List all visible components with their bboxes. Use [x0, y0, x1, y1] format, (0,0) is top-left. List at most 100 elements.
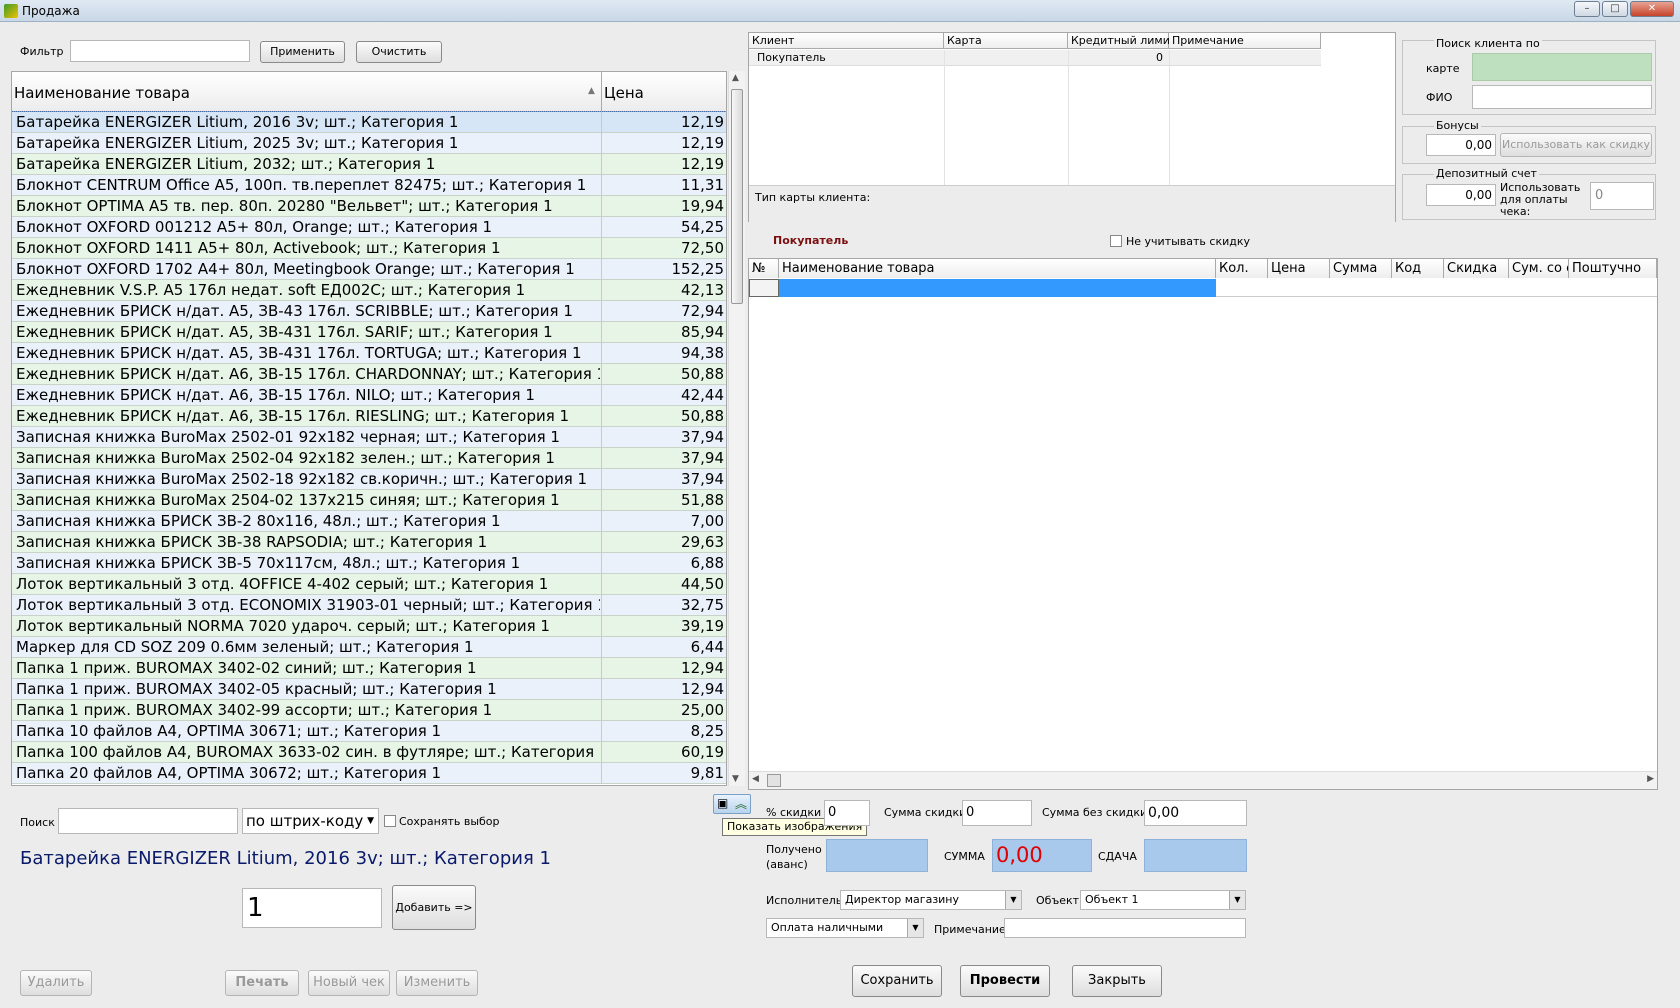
- product-row[interactable]: Записная книжка БРИСК ЗВ-2 80х116, 48л.;…: [12, 511, 726, 532]
- search-mode-select[interactable]: по штрих-коду ▼: [242, 808, 379, 834]
- product-row[interactable]: Папка 1 приж. BUROMAX 3402-02 синий; шт.…: [12, 658, 726, 679]
- product-row[interactable]: Записная книжка БРИСК ЗВ-5 70х117см, 48л…: [12, 553, 726, 574]
- filter-label: Фильтр: [20, 45, 64, 58]
- product-row[interactable]: Папка 100 файлов А4, BUROMAX 3633-02 син…: [12, 742, 726, 763]
- quantity-input[interactable]: 1: [242, 888, 382, 928]
- ignore-discount-checkbox[interactable]: [1110, 235, 1122, 247]
- product-name: Лоток вертикальный NORMA 7020 удароч. се…: [16, 617, 550, 635]
- order-col-per-piece: Поштучно: [1569, 259, 1657, 278]
- order-grid-hscrollbar[interactable]: ◀ ▶: [749, 771, 1657, 789]
- product-row[interactable]: Лоток вертикальный NORMA 7020 удароч. се…: [12, 616, 726, 637]
- product-price: 54,25: [681, 218, 724, 236]
- scroll-down-icon[interactable]: ▼: [732, 774, 739, 784]
- product-name: Ежедневник БРИСК н/дат. А6, ЗВ-15 176л. …: [16, 386, 535, 404]
- product-name: Батарейка ENERGIZER Litium, 2032; шт.; К…: [16, 155, 436, 173]
- order-col-sum: Сумма: [1330, 259, 1392, 278]
- card-search-input[interactable]: [1472, 53, 1652, 81]
- note-label: Примечание: [934, 923, 1006, 936]
- product-row[interactable]: Записная книжка BuroMax 2502-01 92х182 ч…: [12, 427, 726, 448]
- scroll-right-icon[interactable]: ▶: [1647, 774, 1654, 784]
- save-button[interactable]: Сохранить: [852, 965, 942, 997]
- order-row-cells[interactable]: [1216, 279, 1657, 297]
- order-col-price: Цена: [1268, 259, 1330, 278]
- product-row[interactable]: Записная книжка БРИСК ЗВ-38 RAPSODIA; шт…: [12, 532, 726, 553]
- delete-button[interactable]: Удалить: [20, 970, 92, 996]
- product-row[interactable]: Ежедневник БРИСК н/дат. А6, ЗВ-15 176л. …: [12, 385, 726, 406]
- product-grid-scrollbar[interactable]: ▲ ▼: [728, 71, 745, 786]
- product-row[interactable]: Блокнот OXFORD 001212 A5+ 80л, Orange; ш…: [12, 217, 726, 238]
- product-row[interactable]: Ежедневник БРИСК н/дат. А5, ЗВ-431 176л.…: [12, 322, 726, 343]
- product-price: 25,00: [681, 701, 724, 719]
- product-row[interactable]: Папка 1 приж. BUROMAX 3402-05 красный; ш…: [12, 679, 726, 700]
- edit-button[interactable]: Изменить: [396, 970, 478, 996]
- new-check-button[interactable]: Новый чек: [308, 970, 390, 996]
- product-row[interactable]: Лоток вертикальный 3 отд. ECONOMIX 31903…: [12, 595, 726, 616]
- no-discount-input: 0,00: [1144, 800, 1247, 826]
- minimize-button[interactable]: –: [1574, 1, 1600, 17]
- maximize-button[interactable]: □: [1602, 1, 1628, 17]
- object-label: Объект: [1036, 894, 1080, 907]
- add-to-check-button[interactable]: Добавить =>: [392, 885, 476, 930]
- product-name: Записная книжка БРИСК ЗВ-5 70х117см, 48л…: [16, 554, 521, 572]
- product-price: 50,88: [681, 365, 724, 383]
- product-row[interactable]: Блокнот OXFORD 1702 A4+ 80л, Meetingbook…: [12, 259, 726, 280]
- filter-input[interactable]: [70, 40, 250, 62]
- order-row-selected-cell[interactable]: [779, 279, 1216, 297]
- product-row[interactable]: Батарейка ENERGIZER Litium, 2016 3v; шт.…: [12, 111, 726, 134]
- discount-pct-label: % скидки: [766, 806, 822, 819]
- discount-sum-label: Сумма скидки: [884, 806, 967, 819]
- product-row[interactable]: Батарейка ENERGIZER Litium, 2025 3v; шт.…: [12, 133, 726, 154]
- scroll-thumb[interactable]: [731, 89, 743, 304]
- product-row[interactable]: Записная книжка BuroMax 2504-02 137х215 …: [12, 490, 726, 511]
- product-row[interactable]: Папка 20 файлов А4, OPTIMA 30672; шт.; К…: [12, 763, 726, 784]
- search-input[interactable]: [58, 808, 238, 834]
- print-button[interactable]: Печать: [225, 970, 299, 996]
- product-row[interactable]: Лоток вертикальный 3 отд. 4OFFICE 4-402 …: [12, 574, 726, 595]
- scroll-up-icon[interactable]: ▲: [732, 73, 739, 83]
- use-as-discount-button[interactable]: Использовать как скидку: [1500, 133, 1652, 157]
- client-row-name: Покупатель: [757, 51, 826, 64]
- hscroll-thumb[interactable]: [767, 774, 781, 787]
- executor-select[interactable]: Директор магазину ▼: [840, 890, 1022, 910]
- product-price: 32,75: [681, 596, 724, 614]
- apply-filter-button[interactable]: Применить: [260, 41, 345, 63]
- product-row[interactable]: Ежедневник БРИСК н/дат. А5, ЗВ-431 176л.…: [12, 343, 726, 364]
- product-name: Ежедневник БРИСК н/дат. А6, ЗВ-15 176л. …: [16, 407, 570, 425]
- product-row[interactable]: Ежедневник V.S.P. A5 176л недат. soft ЕД…: [12, 280, 726, 301]
- show-images-button[interactable]: ▣ ︽: [713, 794, 751, 814]
- use-for-payment-input[interactable]: 0: [1590, 182, 1654, 210]
- object-select[interactable]: Объект 1 ▼: [1080, 890, 1246, 910]
- payment-type-select[interactable]: Оплата наличными ▼: [766, 918, 924, 938]
- clear-filter-button[interactable]: Очистить: [356, 41, 442, 63]
- column-price-header[interactable]: Цена: [604, 84, 644, 102]
- post-button[interactable]: Провести: [960, 965, 1050, 997]
- product-row[interactable]: Записная книжка BuroMax 2502-04 92х182 з…: [12, 448, 726, 469]
- product-row[interactable]: Маркер для CD SOZ 209 0.6мм зеленый; шт.…: [12, 637, 726, 658]
- collapse-up-icon: ︽: [735, 797, 748, 811]
- keep-selection-checkbox[interactable]: [384, 815, 396, 827]
- product-row[interactable]: Ежедневник БРИСК н/дат. А5, ЗВ-43 176л. …: [12, 301, 726, 322]
- product-row[interactable]: Батарейка ENERGIZER Litium, 2032; шт.; К…: [12, 154, 726, 175]
- close-window-button[interactable]: ✕: [1630, 1, 1674, 17]
- product-row[interactable]: Записная книжка BuroMax 2502-18 92х182 с…: [12, 469, 726, 490]
- received-input[interactable]: [826, 839, 928, 872]
- discount-sum-input[interactable]: 0: [962, 800, 1032, 826]
- executor-label: Исполнитель: [766, 894, 843, 907]
- client-row[interactable]: [749, 50, 1321, 66]
- product-row[interactable]: Ежедневник БРИСК н/дат. А6, ЗВ-15 176л. …: [12, 364, 726, 385]
- product-row[interactable]: Блокнот CENTRUM Office A5, 100п. тв.пере…: [12, 175, 726, 196]
- executor-value: Директор магазину: [845, 893, 960, 906]
- product-row[interactable]: Папка 10 файлов А4, OPTIMA 30671; шт.; К…: [12, 721, 726, 742]
- discount-pct-input[interactable]: 0: [824, 800, 870, 826]
- column-name-header[interactable]: Наименование товара: [14, 84, 190, 102]
- note-input[interactable]: [1004, 918, 1246, 938]
- close-button[interactable]: Закрыть: [1072, 965, 1162, 997]
- product-row[interactable]: Блокнот OXFORD 1411 A5+ 80л, Activebook;…: [12, 238, 726, 259]
- product-row[interactable]: Блокнот OPTIMA A5 тв. пер. 80п. 20280 "В…: [12, 196, 726, 217]
- fio-search-input[interactable]: [1472, 85, 1652, 109]
- product-row[interactable]: Ежедневник БРИСК н/дат. А6, ЗВ-15 176л. …: [12, 406, 726, 427]
- order-row-indicator: [749, 279, 779, 297]
- scroll-left-icon[interactable]: ◀: [752, 774, 759, 784]
- product-row[interactable]: Папка 1 приж. BUROMAX 3402-99 ассорти; ш…: [12, 700, 726, 721]
- product-name: Записная книжка БРИСК ЗВ-2 80х116, 48л.;…: [16, 512, 501, 530]
